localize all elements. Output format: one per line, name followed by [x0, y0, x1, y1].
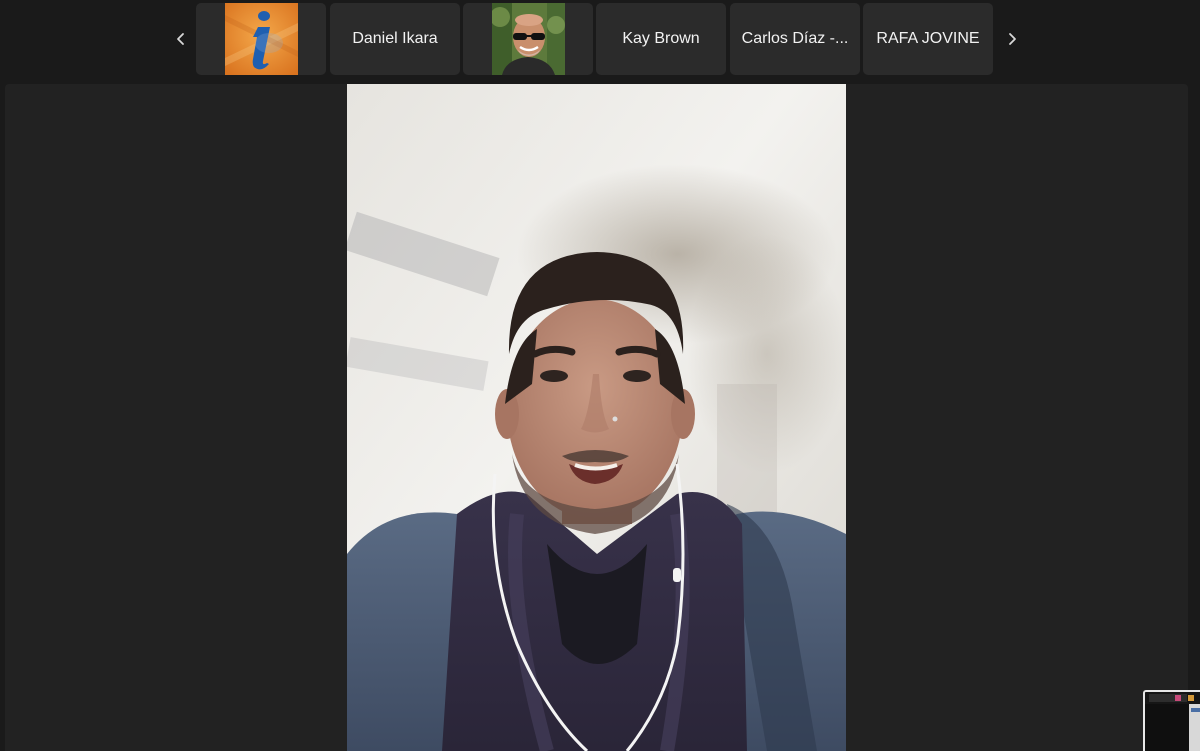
speaker-video-image	[347, 84, 846, 751]
info-logo-avatar	[224, 3, 298, 75]
self-view-thumbnail[interactable]	[1143, 690, 1200, 751]
participant-name: RAFA JOVINE	[876, 30, 980, 47]
self-view-image	[1145, 692, 1200, 751]
strip-next-button[interactable]	[997, 24, 1027, 54]
participant-strip: Daniel Ikara Kay Brown Carlos Díaz -... …	[0, 0, 1200, 80]
man-with-sunglasses-avatar	[491, 3, 565, 75]
participant-name: Daniel Ikara	[352, 30, 438, 47]
participant-tile-info[interactable]	[196, 3, 326, 75]
participant-name: Carlos Díaz -...	[741, 30, 849, 47]
speaker-video-feed[interactable]	[347, 84, 846, 751]
chevron-left-icon	[177, 33, 184, 45]
participant-tile-kay-brown[interactable]: Kay Brown	[596, 3, 726, 75]
participant-tile-photo[interactable]	[463, 3, 593, 75]
participant-tile-daniel-ikara[interactable]: Daniel Ikara	[330, 3, 460, 75]
participant-tile-rafa-jovine[interactable]: RAFA JOVINE	[863, 3, 993, 75]
participant-name: Kay Brown	[622, 30, 700, 47]
strip-prev-button[interactable]	[166, 24, 196, 54]
participant-tile-carlos-diaz[interactable]: Carlos Díaz -...	[730, 3, 860, 75]
video-meeting-window: Daniel Ikara Kay Brown Carlos Díaz -... …	[0, 0, 1200, 751]
chevron-right-icon	[1009, 33, 1016, 45]
